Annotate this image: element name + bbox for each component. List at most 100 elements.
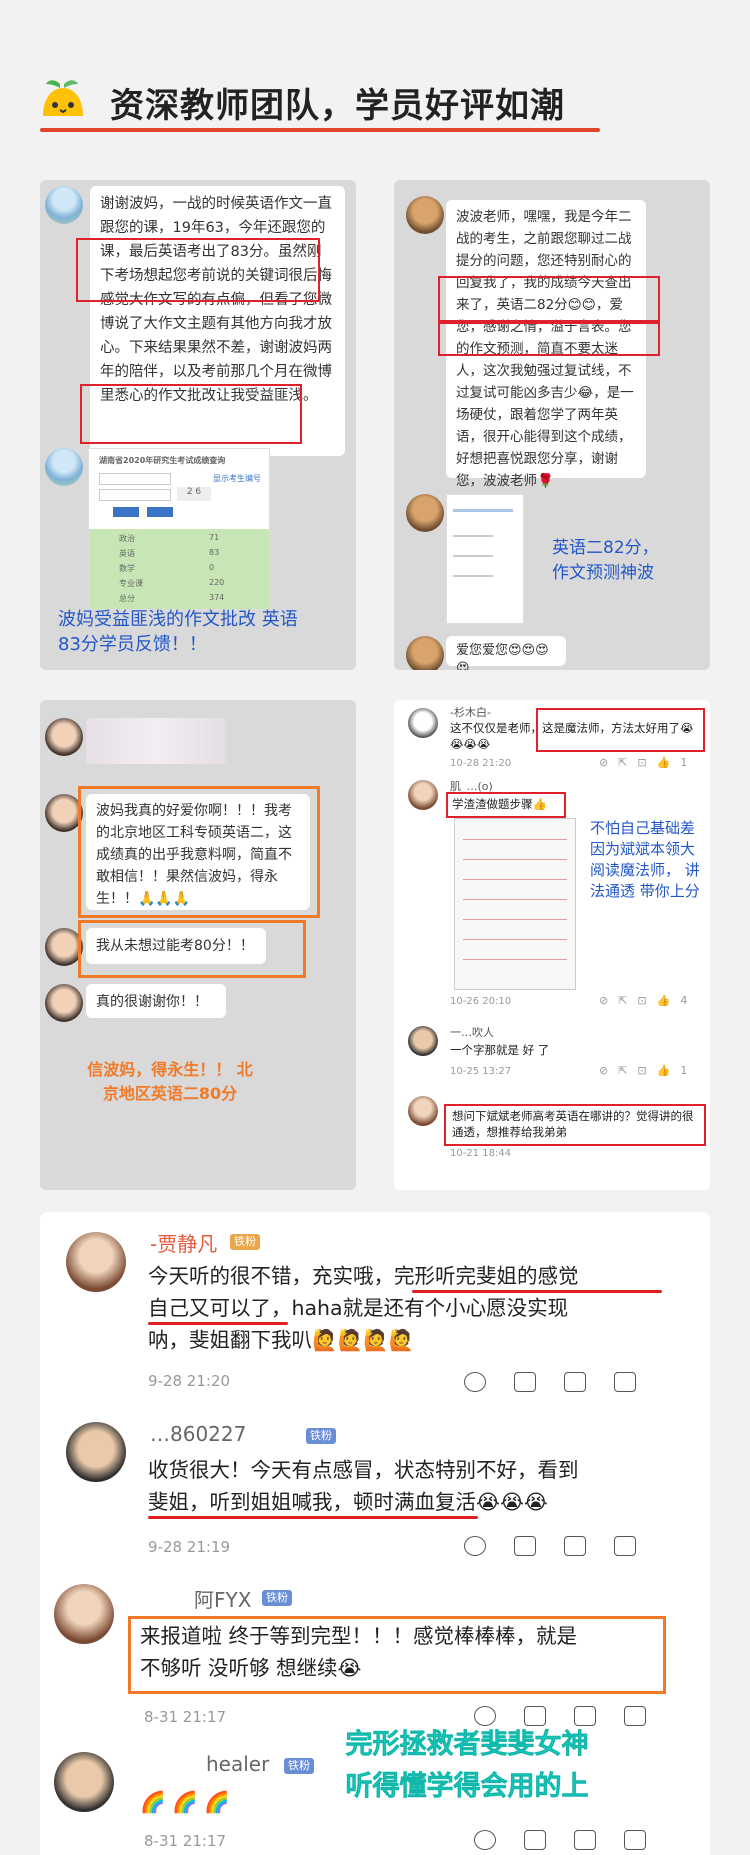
commenter-name[interactable]: healer xyxy=(206,1752,269,1776)
avatar[interactable] xyxy=(54,1584,114,1644)
comment-text-line: 来报道啦 终于等到完型！！！感觉棒棒棒，就是 xyxy=(140,1624,578,1648)
score-row: 政治 71 xyxy=(89,533,269,547)
commenter-name[interactable]: …860227 xyxy=(150,1422,246,1446)
like-icon[interactable] xyxy=(624,1830,646,1850)
exam-number-field xyxy=(99,473,171,485)
query-button[interactable] xyxy=(113,507,139,517)
comment-text-line: 斐姐，听到姐姐喊我，顿时满血复活😭😭😭 xyxy=(148,1490,548,1514)
share-icon[interactable] xyxy=(524,1830,546,1850)
comment-time: 9-28 21:19 xyxy=(148,1538,231,1556)
title-underline xyxy=(40,128,600,132)
highlight-box xyxy=(76,238,320,302)
notebook-line xyxy=(463,859,567,860)
highlight-underline xyxy=(412,1290,662,1293)
comment-icon[interactable] xyxy=(574,1706,596,1726)
commenter-name[interactable]: -杉木白- xyxy=(450,704,491,720)
avatar xyxy=(45,448,83,486)
comment-text: 一个字那就是 好 了 xyxy=(450,1043,550,1057)
score-subject: 英语 xyxy=(119,549,135,558)
share-icon[interactable] xyxy=(514,1536,536,1556)
score-row: 专业课 220 xyxy=(89,578,269,592)
blurred-image xyxy=(86,718,226,764)
report-icon[interactable] xyxy=(464,1372,486,1392)
report-icon[interactable] xyxy=(474,1830,496,1850)
comment-text-line: 自己又可以了，haha就是还有个小心愿没实现 xyxy=(148,1296,569,1320)
highlight-box xyxy=(438,322,660,356)
comment-text-line: 今天听的很不错，充实哦，完形听完斐姐的感觉 xyxy=(148,1264,579,1288)
section-header: 资深教师团队，学员好评如潮 xyxy=(40,70,710,132)
avatar[interactable] xyxy=(66,1232,126,1292)
avatar xyxy=(408,780,438,810)
commenter-name[interactable]: -贾静凡 xyxy=(150,1228,217,1257)
highlight-box xyxy=(444,1104,706,1146)
comment-time: 10-21 18:44 xyxy=(450,1148,512,1159)
like-icon[interactable] xyxy=(624,1706,646,1726)
comment-time: 10-26 20:10 xyxy=(450,996,512,1007)
score-value: 374 xyxy=(209,593,225,602)
avatar xyxy=(408,708,438,738)
report-icon[interactable] xyxy=(464,1536,486,1556)
score-link[interactable]: 显示考生编号 xyxy=(213,473,261,484)
comment-actions[interactable]: ⊘⇱⊡👍4 xyxy=(599,994,687,1007)
orange-mascot-icon xyxy=(43,80,83,116)
score-value: 220 xyxy=(209,578,225,587)
fan-badge: 铁粉 xyxy=(262,1590,292,1606)
comment-icon[interactable] xyxy=(564,1536,586,1556)
avatar[interactable] xyxy=(54,1752,114,1812)
score-value: 71 xyxy=(209,533,220,542)
comment-icon[interactable] xyxy=(564,1372,586,1392)
avatar xyxy=(45,718,83,756)
comment-time: 8-31 21:17 xyxy=(144,1832,227,1850)
highlight-underline xyxy=(148,1516,478,1519)
report-icon[interactable] xyxy=(474,1706,496,1726)
avatar xyxy=(408,1096,438,1126)
score-value: 83 xyxy=(209,548,220,557)
avatar xyxy=(45,984,83,1022)
screenshot-line xyxy=(453,509,513,512)
notebook-line xyxy=(463,879,567,880)
highlight-box xyxy=(80,384,302,444)
like-icon[interactable] xyxy=(614,1536,636,1556)
captcha-image: 2 6 xyxy=(177,487,211,501)
highlight-box xyxy=(78,786,320,918)
commenter-name[interactable]: 阿FYX xyxy=(194,1584,251,1613)
panel-caption: 英语二82分， 作文预测神波 xyxy=(552,538,659,583)
highlight-box xyxy=(438,276,660,322)
share-icon[interactable] xyxy=(524,1706,546,1726)
score-subject: 政治 xyxy=(119,534,135,543)
avatar xyxy=(406,636,444,670)
score-row: 英语 83 xyxy=(89,548,269,562)
like-count: 1 xyxy=(680,1064,688,1077)
like-icon[interactable] xyxy=(614,1372,636,1392)
promo-caption-line: 听得懂学得会用的上 xyxy=(345,1771,589,1803)
commenter-name[interactable]: 一…吹人 xyxy=(450,1024,494,1040)
captcha-field xyxy=(99,489,171,501)
score-row: 总分 374 xyxy=(89,593,269,607)
notebook-line xyxy=(463,839,567,840)
score-subject: 专业课 xyxy=(119,579,143,588)
score-screenshot xyxy=(446,494,524,624)
feedback-panel-3: 波妈我真的好爱你啊！！！我考的北京地区工科专硕英语二，这成绩真的出乎我意料啊，简… xyxy=(40,700,356,1190)
notebook-line xyxy=(463,899,567,900)
comment-icon[interactable] xyxy=(574,1830,596,1850)
score-screenshot-title: 湖南省2020年研究生考试成绩查询 xyxy=(99,456,226,465)
score-row: 数学 0 xyxy=(89,563,269,577)
avatar[interactable] xyxy=(66,1422,126,1482)
like-count: 4 xyxy=(680,994,688,1007)
comment-actions[interactable]: ⊘⇱⊡👍1 xyxy=(599,756,687,769)
share-icon[interactable] xyxy=(514,1372,536,1392)
reset-button[interactable] xyxy=(147,507,173,517)
notebook-line xyxy=(463,919,567,920)
comment-time: 8-31 21:17 xyxy=(144,1708,227,1726)
score-subject: 总分 xyxy=(119,594,135,603)
promo-caption-line: 完形拯救者斐斐女神 xyxy=(345,1729,589,1761)
score-subject: 数学 xyxy=(119,564,135,573)
panel-caption: 波妈受益匪浅的作文批改 英语83分学员反馈！！ xyxy=(58,609,298,655)
side-note: 不怕自己基础差 因为斌斌本领大 阅读魔法师， 讲法通透 带你上分 xyxy=(590,819,700,900)
comment-text-line: 不够听 没听够 想继续😭 xyxy=(140,1656,362,1680)
highlight-box xyxy=(78,920,306,978)
comment-actions[interactable]: ⊘⇱⊡👍1 xyxy=(599,1064,687,1077)
comment-text-line: 收货很大！今天有点感冒，状态特别不好，看到 xyxy=(148,1458,579,1482)
comment-text-line: 🌈 🌈 🌈 xyxy=(140,1790,230,1814)
notebook-line xyxy=(463,959,567,960)
